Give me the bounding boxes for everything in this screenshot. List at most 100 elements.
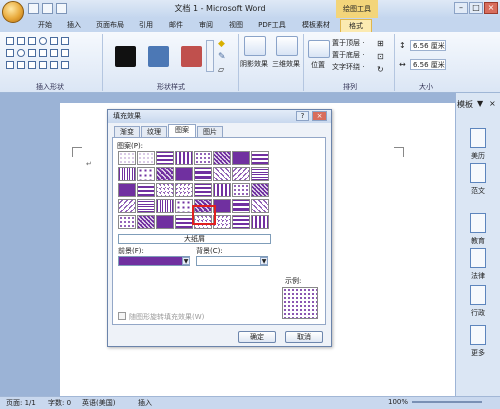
tab-home[interactable]: 开始 (30, 19, 60, 32)
pattern-swatch[interactable] (194, 167, 212, 181)
save-icon[interactable] (28, 3, 39, 14)
3d-effects-label: 三维效果 (272, 60, 300, 68)
tab-template[interactable]: 模板素材 (296, 19, 336, 32)
pattern-swatch[interactable] (175, 167, 193, 181)
send-to-back-button[interactable]: 置于底层 · (332, 50, 364, 60)
pane-item-more[interactable]: 更多 (460, 325, 496, 358)
pattern-swatch[interactable] (137, 151, 155, 165)
position-button[interactable] (308, 40, 330, 58)
pattern-swatch[interactable] (118, 215, 136, 229)
pane-menu-icon[interactable]: ▼ (477, 99, 483, 108)
shape-style-swatch[interactable] (115, 46, 136, 67)
status-words[interactable]: 字数: 0 (48, 398, 71, 408)
pattern-swatch[interactable] (251, 167, 269, 181)
pattern-swatch[interactable] (156, 199, 174, 213)
text-wrapping-button[interactable]: 文字环绕 · (332, 62, 364, 72)
pattern-swatch[interactable] (156, 167, 174, 181)
pattern-swatch[interactable] (232, 215, 250, 229)
pattern-swatch[interactable] (137, 167, 155, 181)
pattern-swatch[interactable] (156, 215, 174, 229)
more-icon (470, 325, 486, 345)
tab-pdf-tools[interactable]: PDF工具 (254, 19, 290, 32)
office-button[interactable] (2, 1, 24, 23)
redo-icon[interactable] (56, 3, 67, 14)
pattern-swatch[interactable] (213, 183, 231, 197)
shapes-gallery[interactable] (6, 37, 84, 77)
pane-close-icon[interactable]: × (489, 99, 496, 108)
pattern-swatch[interactable] (251, 183, 269, 197)
style-gallery-scroll[interactable] (206, 40, 214, 72)
background-dropdown-icon[interactable]: ▼ (260, 257, 268, 265)
cancel-button[interactable]: 取消 (285, 331, 323, 343)
tab-review[interactable]: 审阅 (194, 19, 218, 32)
zoom-level[interactable]: 100% (388, 398, 408, 406)
pane-item-law[interactable]: 法律 (460, 248, 496, 281)
pattern-swatch[interactable] (194, 183, 212, 197)
pattern-swatch[interactable] (194, 151, 212, 165)
pattern-swatch[interactable] (232, 151, 250, 165)
tab-insert[interactable]: 插入 (62, 19, 86, 32)
pattern-swatch[interactable] (175, 183, 193, 197)
change-shape-icon[interactable]: ▱ (218, 65, 232, 75)
status-page[interactable]: 页面: 1/1 (6, 398, 36, 408)
pattern-swatch[interactable] (156, 151, 174, 165)
pane-item-essay[interactable]: 范文 (460, 163, 496, 196)
outline-pen-icon[interactable]: ✎ (218, 52, 232, 62)
pane-item-admin[interactable]: 行政 (460, 285, 496, 318)
bring-to-front-button[interactable]: 置于顶层 · (332, 38, 364, 48)
pattern-swatch[interactable] (251, 215, 269, 229)
width-input[interactable]: 6.56 厘米 (410, 59, 446, 70)
maximize-button[interactable]: □ (469, 2, 483, 14)
shadow-effects-button[interactable] (244, 36, 266, 56)
pane-item-calendar[interactable]: 美历 (460, 128, 496, 161)
rotate-with-shape-checkbox[interactable] (118, 312, 126, 320)
tab-mailings[interactable]: 邮件 (164, 19, 188, 32)
pattern-swatch[interactable] (213, 167, 231, 181)
status-language[interactable]: 英语(美国) (82, 398, 115, 408)
minimize-button[interactable]: – (454, 2, 468, 14)
rotate-icon[interactable]: ↻ (377, 65, 387, 75)
zoom-slider[interactable] (412, 401, 482, 403)
pattern-swatch[interactable] (251, 151, 269, 165)
tab-pattern[interactable]: 图案 (168, 124, 196, 138)
fill-bucket-icon[interactable]: ◆ (218, 39, 232, 49)
pattern-swatch[interactable] (137, 183, 155, 197)
shape-style-swatch[interactable] (181, 46, 202, 67)
height-input[interactable]: 6.56 厘米 (410, 40, 446, 51)
calendar-icon (470, 128, 486, 148)
dialog-help-button[interactable]: ? (296, 111, 309, 121)
dialog-close-button[interactable]: × (312, 111, 327, 121)
tab-format[interactable]: 格式 (340, 19, 372, 32)
background-color-select[interactable] (196, 256, 268, 266)
pattern-swatch[interactable] (213, 151, 231, 165)
tab-view[interactable]: 视图 (224, 19, 248, 32)
tab-references[interactable]: 引用 (134, 19, 158, 32)
pattern-swatch[interactable] (251, 199, 269, 213)
foreground-dropdown-icon[interactable]: ▼ (182, 257, 190, 265)
pattern-swatch[interactable] (118, 199, 136, 213)
align-icon[interactable]: ⊞ (377, 39, 387, 49)
pattern-swatch[interactable] (232, 167, 250, 181)
tab-page-layout[interactable]: 页面布局 (90, 19, 130, 32)
pattern-swatch[interactable] (118, 167, 136, 181)
pattern-swatch[interactable] (232, 183, 250, 197)
undo-icon[interactable] (42, 3, 53, 14)
3d-effects-button[interactable] (276, 36, 298, 56)
pattern-swatch[interactable] (137, 215, 155, 229)
close-button[interactable]: × (484, 2, 498, 14)
pattern-swatch[interactable] (118, 151, 136, 165)
pattern-swatch[interactable] (156, 183, 174, 197)
pattern-swatch[interactable] (175, 151, 193, 165)
pattern-swatch[interactable] (175, 199, 193, 213)
pattern-swatch[interactable] (118, 183, 136, 197)
status-mode[interactable]: 插入 (138, 398, 152, 408)
pane-item-education[interactable]: 教育 (460, 213, 496, 246)
law-icon (470, 248, 486, 268)
foreground-color-select[interactable] (118, 256, 190, 266)
pattern-swatch[interactable] (175, 215, 193, 229)
group-icon[interactable]: ⊡ (377, 52, 387, 62)
shape-style-swatch[interactable] (148, 46, 169, 67)
pattern-swatch[interactable] (137, 199, 155, 213)
pattern-swatch[interactable] (232, 199, 250, 213)
ok-button[interactable]: 确定 (238, 331, 276, 343)
